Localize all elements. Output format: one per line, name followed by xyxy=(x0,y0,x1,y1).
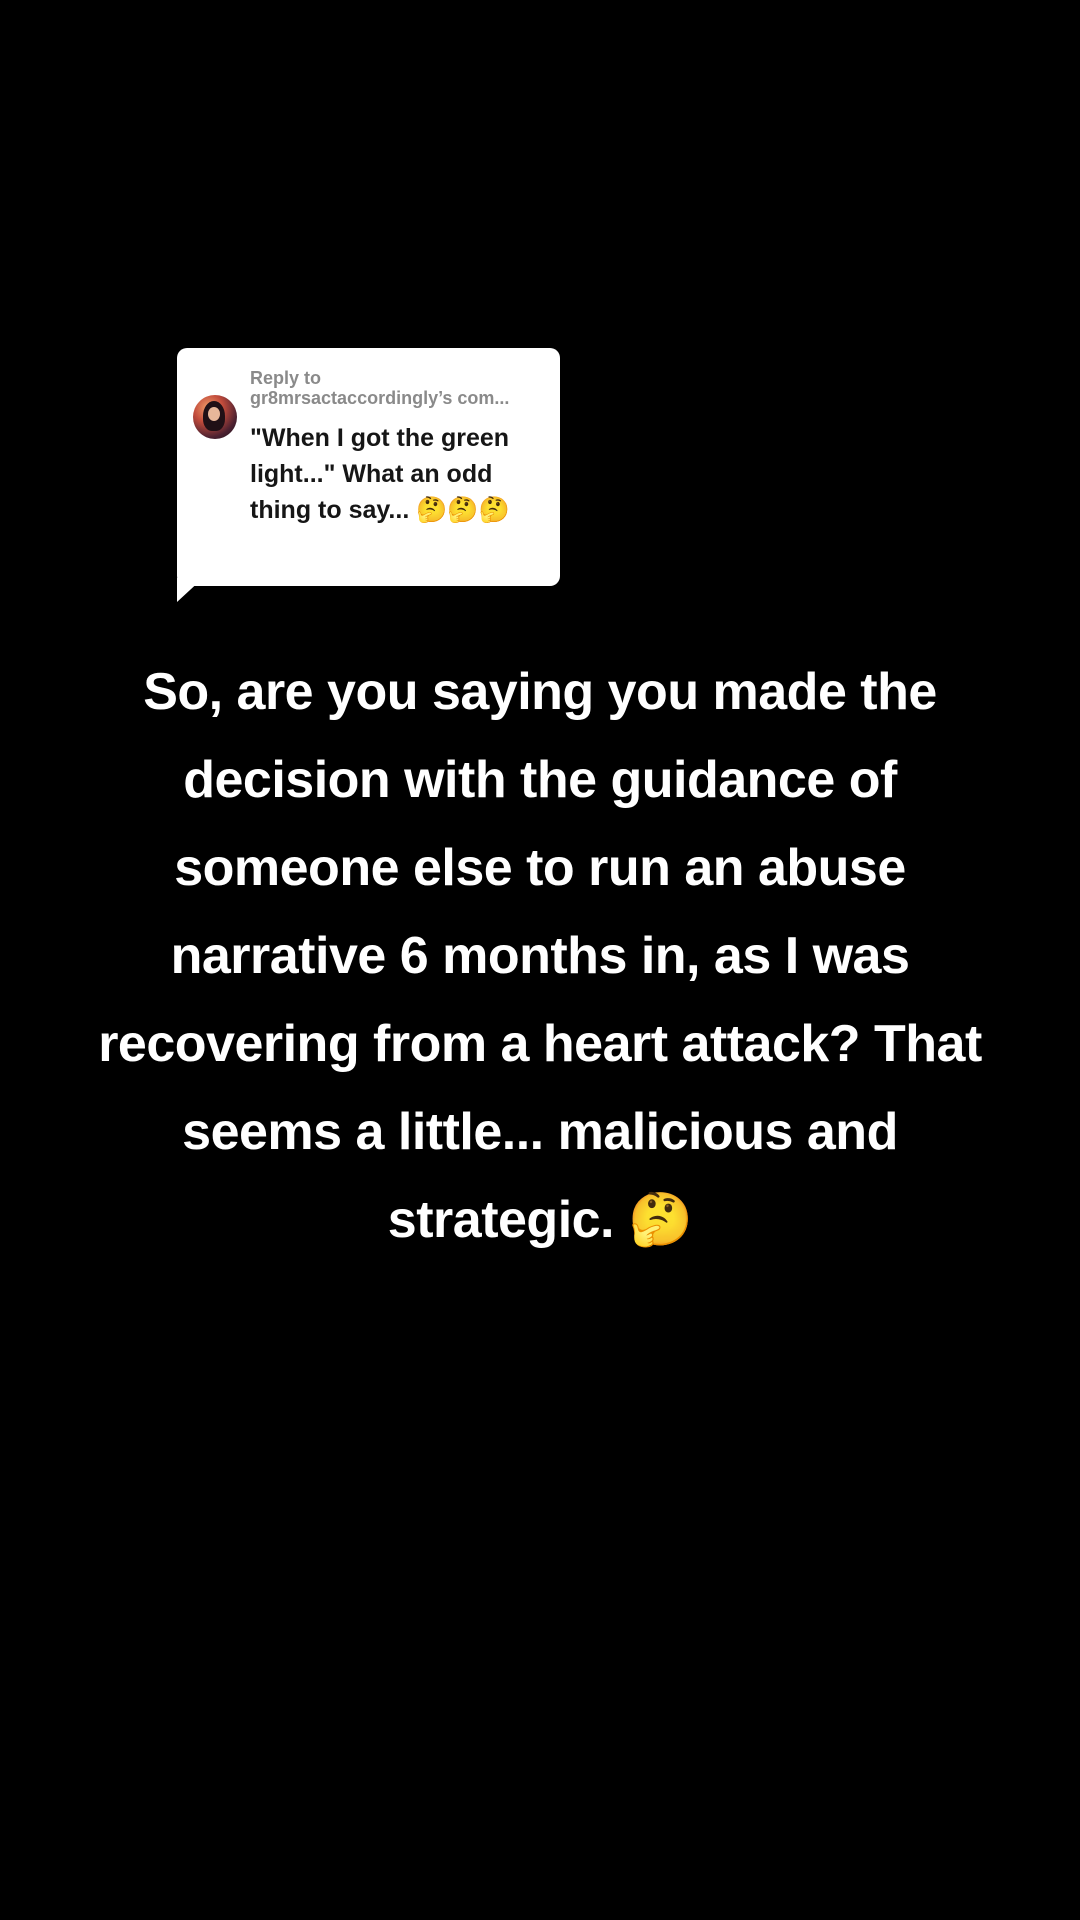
reply-comment-text: "When I got the green light..." What an … xyxy=(250,424,510,524)
avatar-face-shape xyxy=(208,407,220,421)
reply-header: Reply to gr8mrsactaccordingly’s com... xyxy=(250,368,550,408)
commenter-handle[interactable]: gr8mrsactaccordingly’s com... xyxy=(250,388,550,408)
video-caption-text: So, are you saying you made the decision… xyxy=(98,663,982,1249)
reply-card-tail xyxy=(177,578,203,602)
reply-to-label: Reply to xyxy=(250,368,322,388)
commenter-avatar[interactable] xyxy=(193,395,237,439)
reply-comment-card[interactable]: Reply to gr8mrsactaccordingly’s com... "… xyxy=(177,348,560,602)
